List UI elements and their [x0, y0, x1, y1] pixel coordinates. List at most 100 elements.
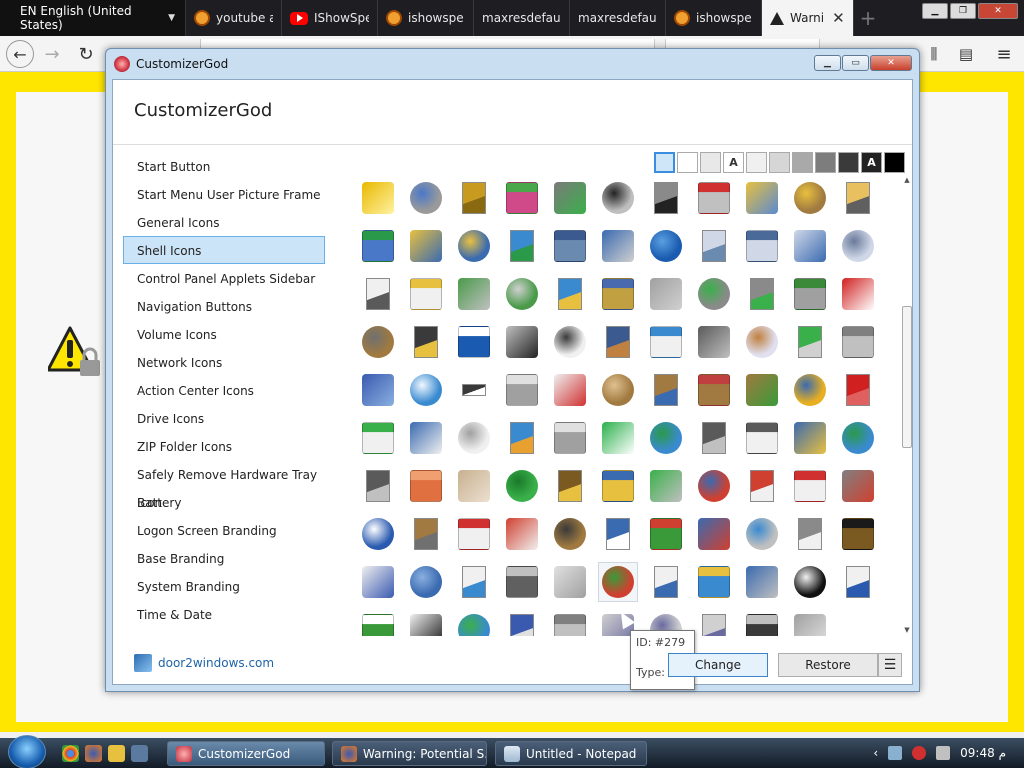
clock[interactable]: 09:48 م	[960, 746, 1006, 760]
start-button[interactable]	[8, 735, 46, 768]
category-item[interactable]: Action Center Icons	[123, 376, 325, 404]
shell-icon-cell[interactable]	[646, 562, 686, 602]
forward-button[interactable]: →	[38, 40, 66, 68]
background-swatch[interactable]	[769, 152, 790, 173]
restore-icon[interactable]: ❐	[950, 3, 976, 19]
shell-icon-cell[interactable]	[838, 514, 878, 554]
shell-icon-cell[interactable]	[406, 418, 446, 458]
browser-tab-1[interactable]: youtube a	[186, 0, 282, 36]
shell-icon-cell[interactable]	[742, 226, 782, 266]
background-swatch[interactable]	[700, 152, 721, 173]
shell-icon-cell[interactable]	[598, 226, 638, 266]
shell-icon-cell[interactable]	[790, 274, 830, 314]
shell-icon-cell[interactable]	[646, 370, 686, 410]
shell-icon-cell[interactable]	[790, 514, 830, 554]
shell-icon-cell[interactable]	[502, 370, 542, 410]
shell-icon-cell[interactable]	[598, 562, 638, 602]
shell-icon-cell[interactable]	[742, 322, 782, 362]
shell-icon-cell[interactable]	[742, 178, 782, 218]
shell-icon-cell[interactable]	[406, 562, 446, 602]
category-item[interactable]: Battery	[123, 488, 325, 516]
category-item[interactable]: Shell Icons	[123, 236, 325, 264]
shell-icon-cell[interactable]	[406, 610, 446, 636]
shell-icon-cell[interactable]	[358, 178, 398, 218]
shell-icon-cell[interactable]	[742, 466, 782, 506]
shell-icon-cell[interactable]	[550, 418, 590, 458]
shell-icon-cell[interactable]	[358, 274, 398, 314]
shell-icon-cell[interactable]	[502, 322, 542, 362]
taskbar-item-customizergod[interactable]: CustomizerGod	[167, 741, 325, 766]
minimize-icon[interactable]: ▁	[922, 3, 948, 19]
shell-icon-cell[interactable]	[598, 322, 638, 362]
category-item[interactable]: Volume Icons	[123, 320, 325, 348]
library-icon[interactable]: ⫼	[920, 40, 948, 68]
shell-icon-cell[interactable]	[502, 562, 542, 602]
browser-tab-4[interactable]: maxresdefault	[474, 0, 570, 36]
background-swatch[interactable]	[746, 152, 767, 173]
shell-icon-cell[interactable]	[358, 226, 398, 266]
shell-icon-cell[interactable]	[742, 610, 782, 636]
shell-icon-cell[interactable]	[790, 226, 830, 266]
background-swatch[interactable]	[677, 152, 698, 173]
icon-grid-scrollbar[interactable]: ▲ ▼	[901, 176, 913, 636]
browser-tab-5[interactable]: maxresdefault	[570, 0, 666, 36]
new-tab-button[interactable]: +	[854, 0, 882, 36]
window-titlebar[interactable]: CustomizerGod ▁ ▭ ✕	[106, 49, 919, 79]
back-button[interactable]: ←	[6, 40, 34, 68]
category-item[interactable]: Network Icons	[123, 348, 325, 376]
scroll-down-icon[interactable]: ▼	[902, 626, 912, 636]
shell-icon-cell[interactable]	[358, 514, 398, 554]
shell-icon-cell[interactable]	[742, 370, 782, 410]
shell-icon-cell[interactable]	[502, 274, 542, 314]
shell-icon-cell[interactable]	[790, 370, 830, 410]
browser-tab-6[interactable]: ishowspe	[666, 0, 762, 36]
shell-icon-cell[interactable]	[358, 562, 398, 602]
taskbar-item-notepad[interactable]: Untitled - Notepad	[495, 741, 647, 766]
shell-icon-cell[interactable]	[838, 178, 878, 218]
door2windows-link[interactable]: door2windows.com	[134, 654, 274, 672]
shell-icon-cell[interactable]	[598, 178, 638, 218]
shell-icon-cell[interactable]	[694, 562, 734, 602]
category-item[interactable]: Logon Screen Branding	[123, 516, 325, 544]
shell-icon-cell[interactable]	[454, 562, 494, 602]
tray-app-icon[interactable]	[912, 746, 927, 760]
explorer-icon[interactable]	[108, 745, 125, 762]
shell-icon-cell[interactable]	[406, 178, 446, 218]
shell-icon-cell[interactable]	[454, 370, 494, 410]
shell-icon-cell[interactable]	[502, 466, 542, 506]
shell-icon-cell[interactable]	[646, 274, 686, 314]
app-icon[interactable]	[131, 745, 148, 762]
shell-icon-cell[interactable]	[646, 466, 686, 506]
shell-icon-cell[interactable]	[838, 466, 878, 506]
shell-icon-cell[interactable]	[742, 562, 782, 602]
background-swatch[interactable]: A	[723, 152, 744, 173]
shell-icon-cell[interactable]	[550, 514, 590, 554]
scrollbar-thumb[interactable]	[902, 306, 912, 448]
shell-icon-cell[interactable]	[550, 322, 590, 362]
close-tab-icon[interactable]: ✕	[832, 9, 845, 27]
shell-icon-cell[interactable]	[838, 274, 878, 314]
shell-icon-cell[interactable]	[694, 418, 734, 458]
category-item[interactable]: Navigation Buttons	[123, 292, 325, 320]
shell-icon-cell[interactable]	[454, 274, 494, 314]
shell-icon-cell[interactable]	[694, 322, 734, 362]
shell-icon-cell[interactable]	[790, 418, 830, 458]
shell-icon-cell[interactable]	[742, 514, 782, 554]
shell-icon-cell[interactable]	[838, 418, 878, 458]
shell-icon-cell[interactable]	[694, 466, 734, 506]
firefox-icon[interactable]	[85, 745, 102, 762]
shell-icon-cell[interactable]	[454, 178, 494, 218]
shell-icon-cell[interactable]	[502, 178, 542, 218]
network-icon[interactable]	[888, 746, 903, 760]
scroll-up-icon[interactable]: ▲	[902, 176, 912, 186]
shell-icon-cell[interactable]	[598, 514, 638, 554]
shell-icon-cell[interactable]	[454, 610, 494, 636]
background-swatch[interactable]: A	[861, 152, 882, 173]
category-item[interactable]: Start Menu User Picture Frame	[123, 180, 325, 208]
shell-icon-cell[interactable]	[502, 226, 542, 266]
category-item[interactable]: Drive Icons	[123, 404, 325, 432]
shell-icon-cell[interactable]	[406, 466, 446, 506]
shell-icon-cell[interactable]	[694, 370, 734, 410]
shell-icon-cell[interactable]	[598, 274, 638, 314]
more-menu-button[interactable]: ☰	[878, 653, 902, 677]
